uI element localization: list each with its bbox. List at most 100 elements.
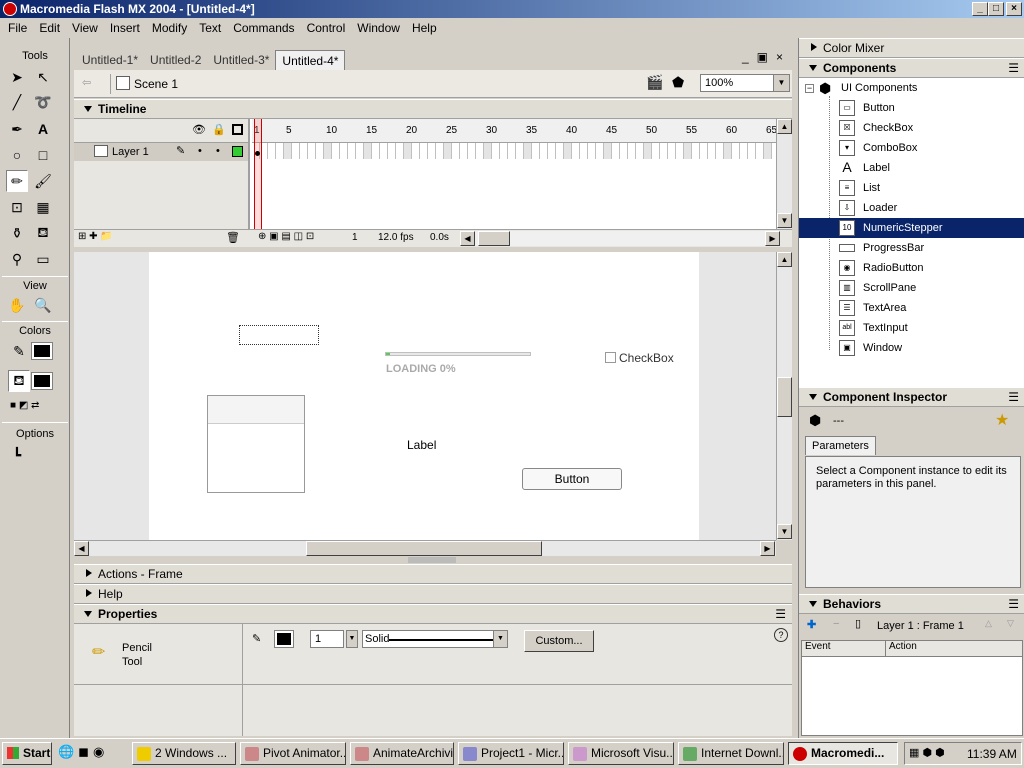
frame-cell[interactable] bbox=[348, 143, 356, 159]
frame-cell[interactable] bbox=[324, 143, 332, 159]
stage-vscroll[interactable]: ▲ ▼ bbox=[776, 252, 792, 540]
frame-cell[interactable] bbox=[748, 143, 756, 159]
frame-cell[interactable] bbox=[556, 143, 564, 159]
color-buttons-icon[interactable]: ■ ◩ ⇄ bbox=[10, 400, 60, 414]
panel-options-icon[interactable]: ☰ bbox=[1008, 388, 1019, 406]
frame-cell[interactable] bbox=[676, 143, 684, 159]
fill-color-swatch[interactable] bbox=[31, 372, 53, 390]
doc-window-controls[interactable]: _▣× bbox=[742, 50, 791, 64]
add-behavior-icon[interactable]: ✚ bbox=[807, 618, 816, 631]
frame-cell[interactable] bbox=[484, 143, 492, 159]
ink-bottle-tool-icon[interactable]: ⚱ bbox=[6, 222, 28, 244]
frame-cell[interactable] bbox=[332, 143, 340, 159]
frame-cell[interactable] bbox=[716, 143, 724, 159]
task-internet-download[interactable]: Internet Downl... bbox=[678, 742, 784, 765]
tab-untitled-4[interactable]: Untitled-4* bbox=[275, 50, 346, 70]
stroke-color-picker[interactable] bbox=[274, 630, 294, 648]
task-microsoft-visual[interactable]: Microsoft Visu... bbox=[568, 742, 674, 765]
tab-parameters[interactable]: Parameters bbox=[805, 436, 876, 455]
oval-tool-icon[interactable]: ○ bbox=[6, 144, 28, 166]
window-component[interactable] bbox=[207, 395, 305, 493]
frame-cell[interactable] bbox=[292, 143, 300, 159]
component-window[interactable]: ▣ Window bbox=[839, 338, 1024, 358]
stage[interactable]: LOADING 0% CheckBox Label Button bbox=[149, 252, 699, 540]
tree-collapse-icon[interactable]: − bbox=[805, 84, 814, 93]
onion-skin-icons[interactable]: ⊕ ▣ ▤ ◫ ⊡ bbox=[258, 231, 314, 242]
component-radiobutton[interactable]: ◉ RadioButton bbox=[839, 258, 1024, 278]
frame-cell[interactable] bbox=[684, 143, 692, 159]
pen-tool-icon[interactable]: ✒ bbox=[6, 118, 28, 140]
timeline-hscroll[interactable]: ◀ ▶ bbox=[460, 231, 780, 246]
timeline-header[interactable]: Timeline bbox=[74, 99, 792, 119]
back-arrow-icon[interactable]: ⇦ bbox=[82, 76, 98, 90]
frame-cell[interactable] bbox=[572, 143, 580, 159]
remove-behavior-icon[interactable]: − bbox=[833, 618, 839, 630]
frame-cell[interactable] bbox=[452, 143, 460, 159]
frame-cell[interactable] bbox=[500, 143, 508, 159]
vscroll-thumb[interactable] bbox=[777, 377, 792, 417]
frame-cell[interactable] bbox=[532, 143, 540, 159]
color-mixer-header[interactable]: Color Mixer bbox=[799, 38, 1024, 58]
frame-cell[interactable] bbox=[652, 143, 660, 159]
frame-cell[interactable] bbox=[340, 143, 348, 159]
frame-cell[interactable] bbox=[636, 143, 644, 159]
frame-cell[interactable] bbox=[628, 143, 636, 159]
edit-symbols-icon[interactable]: ⬟ bbox=[672, 74, 692, 94]
stroke-color-swatch[interactable] bbox=[31, 342, 53, 360]
menu-edit[interactable]: Edit bbox=[33, 18, 66, 38]
frame-cell[interactable] bbox=[724, 143, 732, 159]
brush-tool-icon[interactable]: 🖌 bbox=[32, 170, 54, 192]
event-column-header[interactable]: Event bbox=[802, 641, 886, 657]
menu-help[interactable]: Help bbox=[406, 18, 443, 38]
timeline-vscroll[interactable]: ▲ ▼ bbox=[776, 119, 792, 229]
frame-cell[interactable] bbox=[268, 143, 276, 159]
minimize-button[interactable]: _ bbox=[972, 2, 988, 16]
frame-cell[interactable] bbox=[364, 143, 372, 159]
frame-cell[interactable] bbox=[508, 143, 516, 159]
pencil-tool-icon[interactable]: ✏ bbox=[6, 170, 28, 192]
outline-icon[interactable] bbox=[232, 124, 243, 135]
frame-cell[interactable] bbox=[356, 143, 364, 159]
scroll-right-icon[interactable]: ▶ bbox=[765, 231, 780, 246]
eye-icon[interactable]: 👁 bbox=[192, 123, 206, 136]
frame-cell[interactable] bbox=[428, 143, 436, 159]
properties-panel-header[interactable]: Properties ☰ bbox=[74, 604, 792, 624]
line-tool-icon[interactable]: ╱ bbox=[6, 91, 28, 113]
panel-options-icon[interactable]: ☰ bbox=[1008, 59, 1019, 77]
frame-cell[interactable] bbox=[660, 143, 668, 159]
scroll-left-icon[interactable]: ◀ bbox=[74, 541, 89, 556]
progress-bar-component[interactable] bbox=[385, 352, 531, 356]
zoom-tool-icon[interactable]: 🔍 bbox=[32, 294, 54, 316]
component-loader[interactable]: ⇩ Loader bbox=[839, 198, 1024, 218]
frame-cell[interactable] bbox=[644, 143, 652, 159]
lasso-tool-icon[interactable]: ➰ bbox=[32, 91, 54, 113]
frame-cell[interactable] bbox=[396, 143, 404, 159]
frame-cell[interactable] bbox=[580, 143, 588, 159]
frame-cell[interactable] bbox=[604, 143, 612, 159]
add-layer-icon[interactable]: ⊞ ✚ 📁 bbox=[78, 231, 113, 242]
menu-insert[interactable]: Insert bbox=[104, 18, 146, 38]
frame-cell[interactable] bbox=[548, 143, 556, 159]
layer-row[interactable]: Layer 1 ✎ • • bbox=[74, 143, 248, 161]
menu-view[interactable]: View bbox=[66, 18, 104, 38]
tab-untitled-2[interactable]: Untitled-2 bbox=[144, 50, 207, 70]
task-animate-archive[interactable]: AnimateArchivi... bbox=[350, 742, 454, 765]
scroll-up-icon[interactable]: ▲ bbox=[777, 119, 792, 134]
task-2-windows[interactable]: 2 Windows ... bbox=[132, 742, 236, 765]
tab-untitled-1[interactable]: Untitled-1* bbox=[76, 50, 144, 70]
frame-cell[interactable] bbox=[564, 143, 572, 159]
component-label[interactable]: A Label bbox=[839, 158, 1024, 178]
frame-cell[interactable] bbox=[412, 143, 420, 159]
frame-cell[interactable] bbox=[372, 143, 380, 159]
menu-modify[interactable]: Modify bbox=[146, 18, 193, 38]
frame-cell[interactable] bbox=[516, 143, 524, 159]
frame-cell[interactable] bbox=[444, 143, 452, 159]
component-inspector-header[interactable]: Component Inspector ☰ bbox=[799, 387, 1024, 407]
scroll-left-icon[interactable]: ◀ bbox=[460, 231, 475, 246]
task-project1[interactable]: Project1 - Micr... bbox=[458, 742, 564, 765]
eraser-tool-icon[interactable]: ▭ bbox=[32, 248, 54, 270]
text-tool-icon[interactable]: A bbox=[32, 118, 54, 140]
stroke-size-dropdown-icon[interactable]: ▼ bbox=[346, 630, 358, 648]
pencil-mode-icon[interactable]: ┗ bbox=[6, 444, 28, 466]
frame-cell[interactable] bbox=[740, 143, 748, 159]
